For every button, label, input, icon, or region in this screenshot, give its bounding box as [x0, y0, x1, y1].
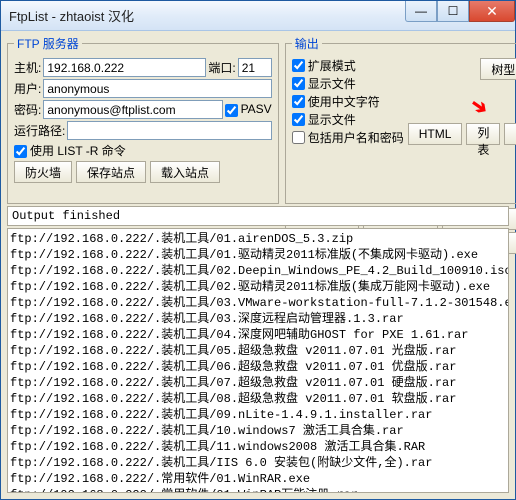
list-r-checkbox-label[interactable]: 使用 LIST -R 命令: [14, 142, 126, 159]
output-group: 输出 扩展模式 显示文件 使用中文字符 显示文件 包括用户名和密码 树型目录 H…: [285, 35, 516, 204]
titlebar: FtpList - zhtaoist 汉化 — ☐ ✕: [1, 1, 515, 31]
file-listing[interactable]: ftp://192.168.0.222/.装机工具/01.airenDOS_5.…: [7, 228, 509, 493]
status-bar: Output finished: [7, 206, 509, 226]
pass-input[interactable]: [43, 100, 222, 119]
pasv-checkbox[interactable]: [225, 104, 238, 117]
incuser-checkbox[interactable]: [292, 131, 305, 144]
port-input[interactable]: [238, 58, 272, 77]
window-controls: — ☐ ✕: [405, 1, 515, 30]
ftp-server-group: FTP 服务器 主机: 端口: 用户: 密码: PASV 运行路径: 使用 LI…: [7, 35, 279, 204]
pass-label: 密码:: [14, 101, 41, 118]
listing-line[interactable]: ftp://192.168.0.222/.装机工具/01.airenDOS_5.…: [10, 231, 506, 247]
url-button[interactable]: URL: [504, 123, 516, 145]
listing-line[interactable]: ftp://192.168.0.222/.装机工具/07.超级急救盘 v2011…: [10, 375, 506, 391]
listing-line[interactable]: ftp://192.168.0.222/.装机工具/02.Deepin_Wind…: [10, 263, 506, 279]
listing-line[interactable]: ftp://192.168.0.222/.装机工具/03.VMware-work…: [10, 295, 506, 311]
output-panel: 输出 扩展模式 显示文件 使用中文字符 显示文件 包括用户名和密码 树型目录 H…: [285, 35, 516, 204]
pasv-checkbox-label[interactable]: PASV: [225, 102, 272, 116]
listing-line[interactable]: ftp://192.168.0.222/.装机工具/10.windows7 激活…: [10, 423, 506, 439]
listing-line[interactable]: ftp://192.168.0.222/.装机工具/08.超级急救盘 v2011…: [10, 391, 506, 407]
listing-line[interactable]: ftp://192.168.0.222/.装机工具/01.驱动精灵2011标准版…: [10, 247, 506, 263]
listing-line[interactable]: ftp://192.168.0.222/.装机工具/05.超级急救盘 v2011…: [10, 343, 506, 359]
host-label: 主机:: [14, 59, 41, 76]
listing-line[interactable]: ftp://192.168.0.222/.装机工具/11.windows2008…: [10, 439, 506, 455]
minimize-button[interactable]: —: [405, 1, 437, 22]
maximize-button[interactable]: ☐: [437, 1, 469, 22]
ftp-legend: FTP 服务器: [14, 35, 82, 52]
user-label: 用户:: [14, 80, 41, 97]
list-button[interactable]: 列表: [466, 123, 500, 145]
tree-button[interactable]: 树型目录: [480, 58, 516, 80]
listing-line[interactable]: ftp://192.168.0.222/.装机工具/IIS 6.0 安装包(附缺…: [10, 455, 506, 471]
showfile-checkbox[interactable]: [292, 77, 305, 90]
runpath-label: 运行路径:: [14, 122, 65, 139]
window-title: FtpList - zhtaoist 汉化: [9, 6, 405, 25]
listing-line[interactable]: ftp://192.168.0.222/.装机工具/02.驱动精灵2011标准版…: [10, 279, 506, 295]
html-button[interactable]: HTML: [408, 123, 463, 145]
loadsite-button[interactable]: 载入站点: [150, 161, 220, 183]
listing-line[interactable]: ftp://192.168.0.222/.常用软件/01.WinRAR.exe: [10, 471, 506, 487]
listing-line[interactable]: ftp://192.168.0.222/.装机工具/09.nLite-1.4.9…: [10, 407, 506, 423]
expand-checkbox[interactable]: [292, 59, 305, 72]
user-input[interactable]: [43, 79, 271, 98]
showfile2-checkbox[interactable]: [292, 113, 305, 126]
close-button[interactable]: ✕: [469, 1, 515, 22]
runpath-input[interactable]: [67, 121, 271, 140]
listing-line[interactable]: ftp://192.168.0.222/.装机工具/06.超级急救盘 v2011…: [10, 359, 506, 375]
firewall-button[interactable]: 防火墙: [14, 161, 72, 183]
output-checks: 扩展模式 显示文件 使用中文字符 显示文件 包括用户名和密码: [292, 56, 404, 147]
output-legend: 输出: [292, 35, 322, 52]
listing-line[interactable]: ftp://192.168.0.222/.装机工具/04.深度网吧辅助GHOST…: [10, 327, 506, 343]
listing-line[interactable]: ftp://192.168.0.222/.常用软件/01.WinRAR万能注册.…: [10, 487, 506, 493]
listing-line[interactable]: ftp://192.168.0.222/.装机工具/03.深度远程启动管理器.1…: [10, 311, 506, 327]
window: FtpList - zhtaoist 汉化 — ☐ ✕ FTP 服务器 主机: …: [0, 0, 516, 500]
port-label: 端口:: [208, 59, 235, 76]
cjk-checkbox[interactable]: [292, 95, 305, 108]
savesite-button[interactable]: 保存站点: [76, 161, 146, 183]
host-input[interactable]: [43, 58, 206, 77]
list-r-checkbox[interactable]: [14, 145, 27, 158]
